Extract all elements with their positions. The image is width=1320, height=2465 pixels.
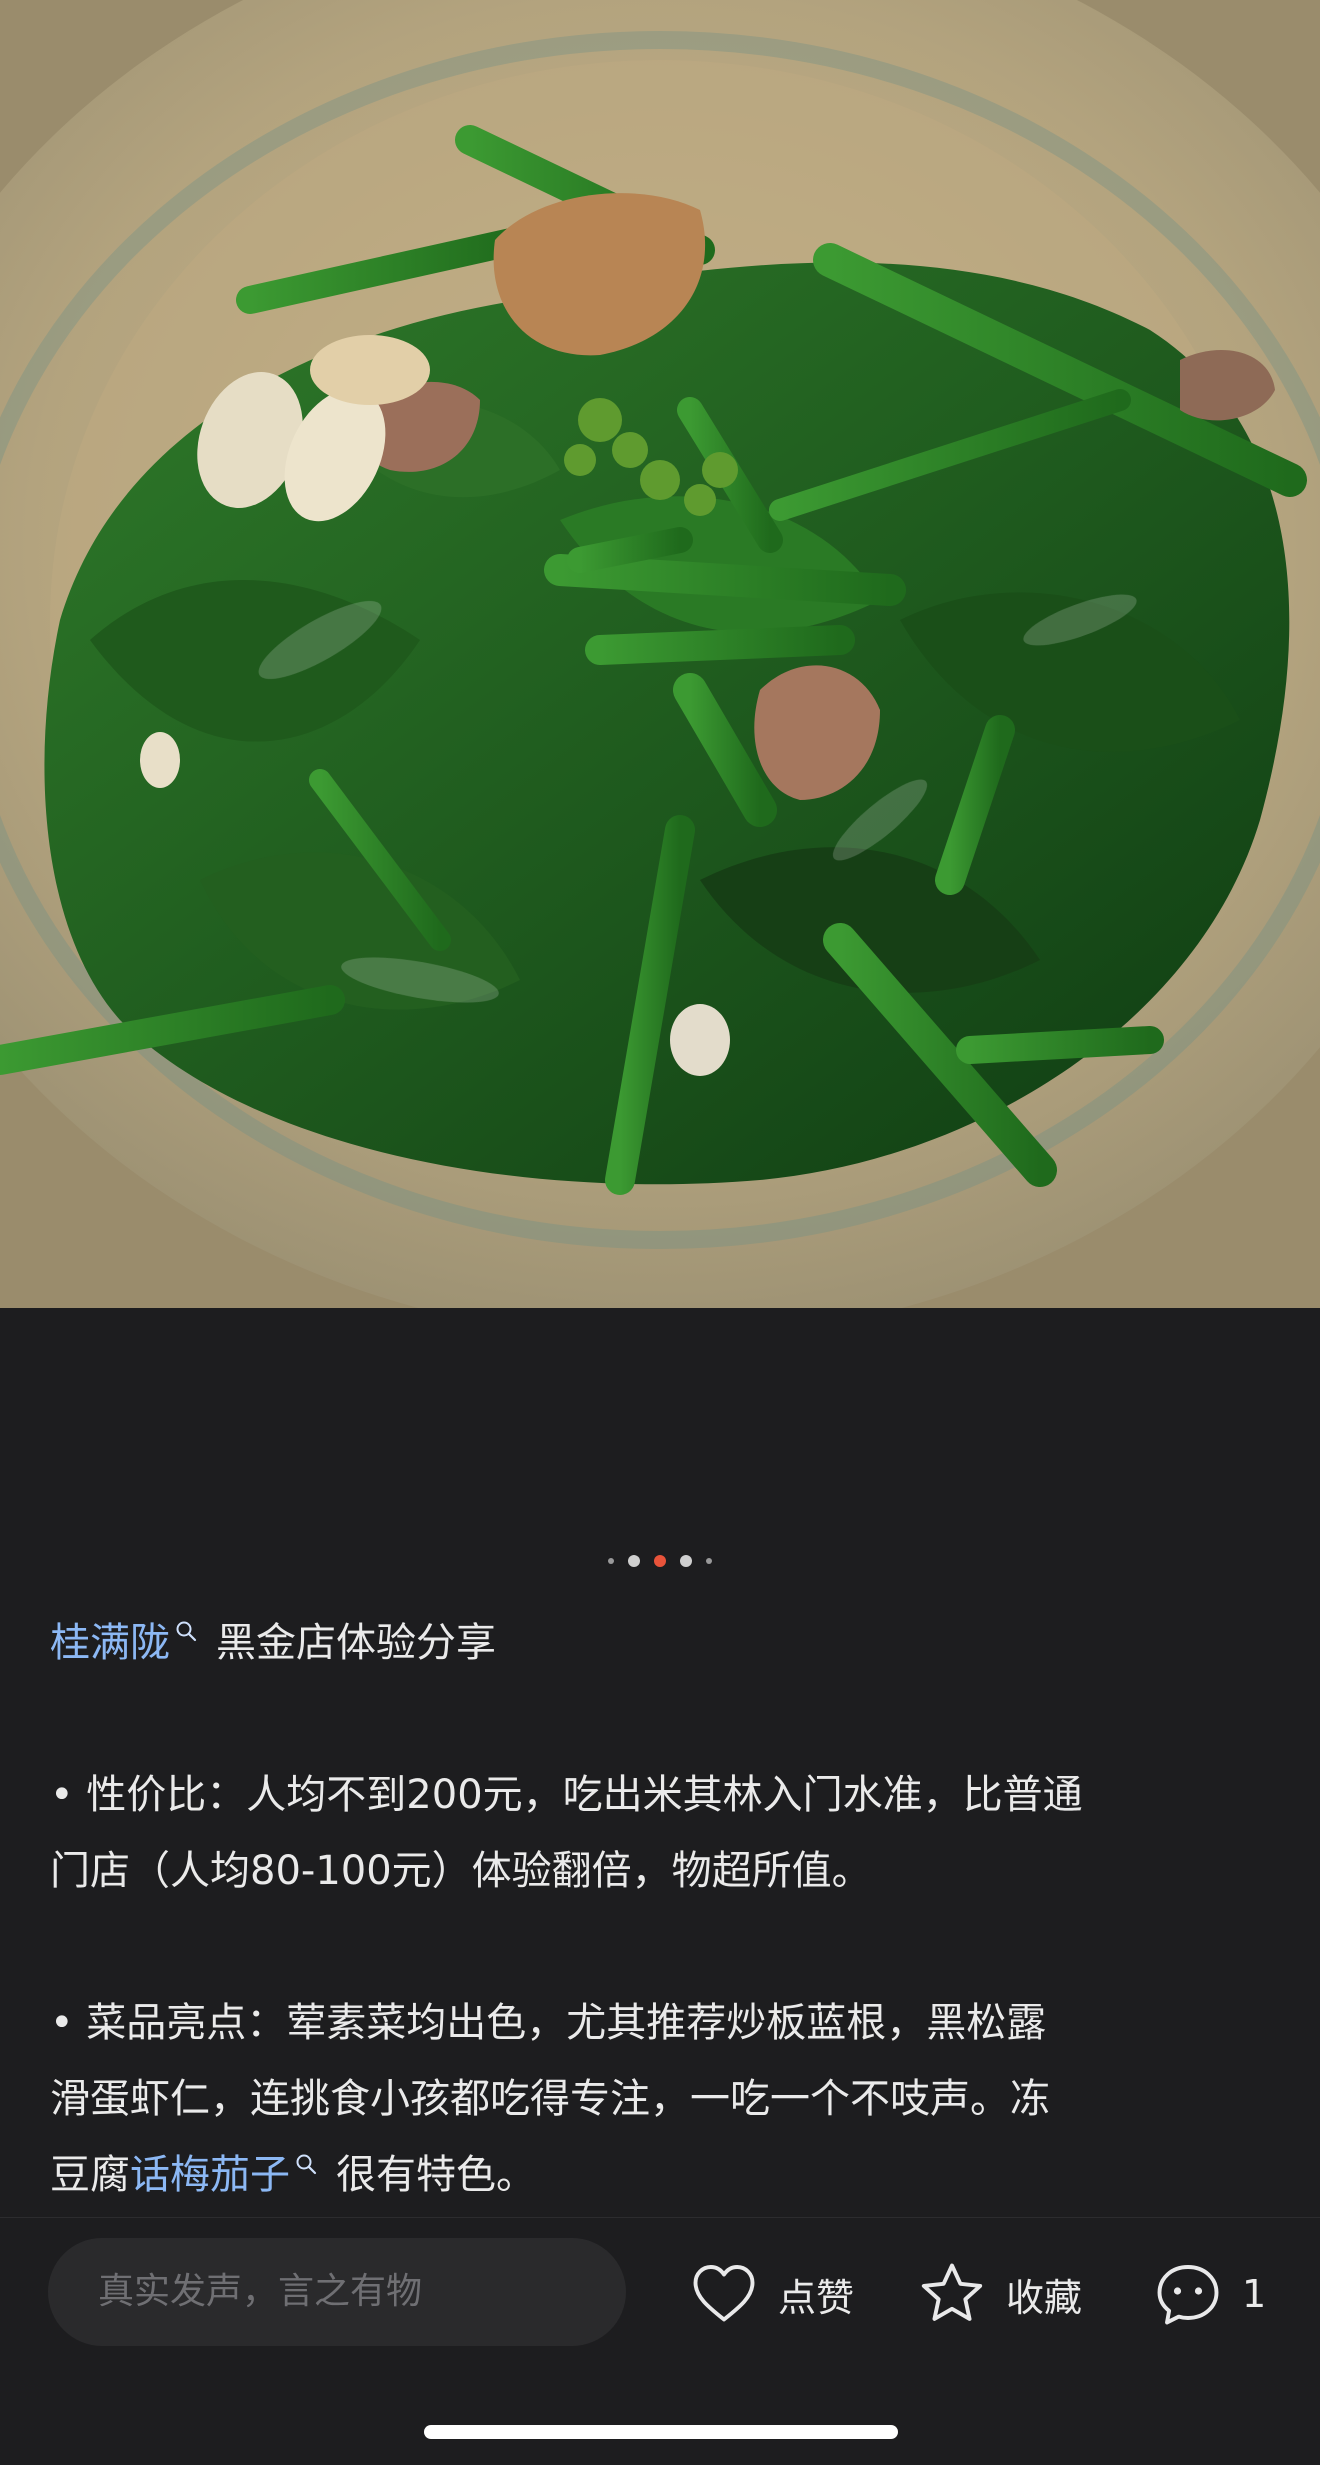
paragraph-line: 滑蛋虾仁，连挑食小孩都吃得专注，一吃一个不吱声。冻 xyxy=(50,2076,1050,2122)
search-icon xyxy=(176,1621,197,1642)
post-body: 桂满陇 黑金店体验分享 • 性价比：人均不到200元，吃出米其林入门水准，比普通… xyxy=(50,1605,1280,2213)
dish-link[interactable]: 话梅茄子 xyxy=(130,2152,336,2198)
comment-bubble-icon xyxy=(1157,2265,1219,2325)
heart-icon xyxy=(693,2265,755,2322)
carousel-indicator[interactable] xyxy=(0,1555,1320,1567)
comment-count: 1 xyxy=(1242,2272,1267,2316)
paragraph-line: • 菜品亮点：荤素菜均出色，尤其推荐炒板蓝根，黑松露 xyxy=(50,2000,1047,2046)
like-label: 点赞 xyxy=(778,2275,855,2320)
restaurant-link-text: 桂满陇 xyxy=(50,1620,170,1666)
dish-link-text: 话梅茄子 xyxy=(130,2152,290,2198)
food-photo-illustration xyxy=(0,0,1320,1308)
text-fragment: 豆腐 xyxy=(50,2152,130,2198)
post-title: 桂满陇 黑金店体验分享 xyxy=(50,1605,1280,1681)
paragraph-value: • 性价比：人均不到200元，吃出米其林入门水准，比普通 门店（人均80-100… xyxy=(50,1757,1280,1909)
post-photo[interactable] xyxy=(0,0,1320,1308)
paragraph-line: 门店（人均80-100元）体验翻倍，物超所值。 xyxy=(50,1848,872,1894)
bottom-action-bar: 真实发声，言之有物 点赞 收藏 1 xyxy=(0,2217,1320,2465)
carousel-dot xyxy=(706,1558,712,1564)
carousel-dot xyxy=(628,1555,640,1567)
paragraph-line: 豆腐话梅茄子 很有特色。 xyxy=(50,2137,1280,2213)
favorite-button[interactable]: 收藏 xyxy=(916,2256,1082,2332)
comment-button[interactable]: 1 xyxy=(1152,2256,1266,2332)
text-fragment: 很有特色。 xyxy=(336,2152,536,2198)
carousel-dot xyxy=(680,1555,692,1567)
carousel-dot xyxy=(608,1558,614,1564)
carousel-dot-active xyxy=(654,1555,666,1567)
restaurant-link[interactable]: 桂满陇 xyxy=(50,1605,216,1681)
like-button[interactable]: 点赞 xyxy=(688,2256,854,2332)
paragraph-highlights: • 菜品亮点：荤素菜均出色，尤其推荐炒板蓝根，黑松露 滑蛋虾仁，连挑食小孩都吃得… xyxy=(50,1985,1280,2213)
star-icon xyxy=(921,2263,983,2321)
comment-input[interactable]: 真实发声，言之有物 xyxy=(48,2238,626,2346)
favorite-label: 收藏 xyxy=(1006,2275,1083,2320)
post-title-text: 黑金店体验分享 xyxy=(216,1620,496,1666)
search-icon xyxy=(296,2154,317,2175)
home-indicator[interactable] xyxy=(424,2425,898,2439)
paragraph-line: • 性价比：人均不到200元，吃出米其林入门水准，比普通 xyxy=(50,1772,1083,1818)
